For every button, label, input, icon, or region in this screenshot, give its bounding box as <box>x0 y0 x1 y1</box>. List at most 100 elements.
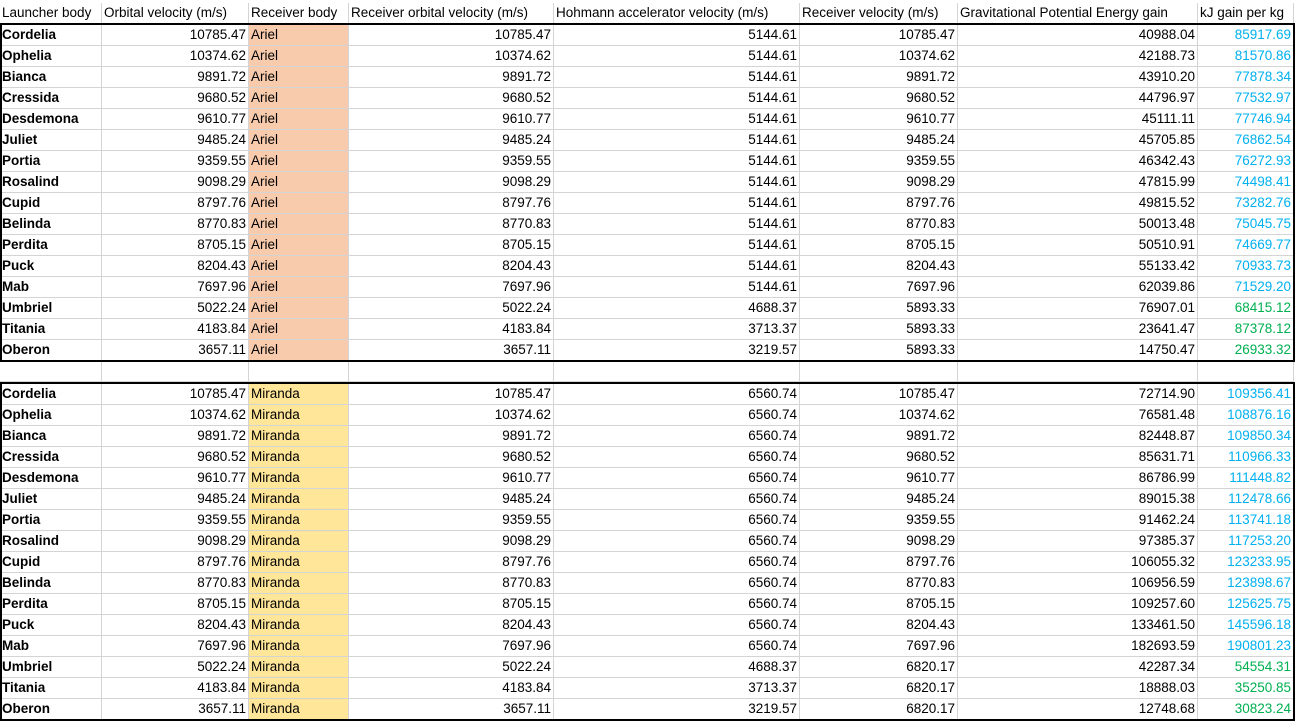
receiver-velocity-cell[interactable]: 8797.76 <box>800 552 958 573</box>
receiver-orbital-velocity-cell[interactable]: 9485.24 <box>349 130 554 151</box>
receiver-body-cell[interactable]: Ariel <box>249 172 349 193</box>
receiver-orbital-velocity-cell[interactable]: 8204.43 <box>349 256 554 277</box>
receiver-velocity-cell[interactable]: 7697.96 <box>800 636 958 657</box>
receiver-velocity-cell[interactable]: 9359.55 <box>800 151 958 172</box>
empty-cell[interactable] <box>554 361 800 382</box>
orbital-velocity-cell[interactable]: 5022.24 <box>102 657 249 678</box>
kj-gain-cell[interactable]: 113741.18 <box>1198 510 1294 531</box>
receiver-orbital-velocity-cell[interactable]: 9891.72 <box>349 426 554 447</box>
hohmann-velocity-cell[interactable]: 5144.61 <box>554 130 800 151</box>
kj-gain-cell[interactable]: 190801.23 <box>1198 636 1294 657</box>
hohmann-velocity-cell[interactable]: 5144.61 <box>554 214 800 235</box>
kj-gain-cell[interactable]: 117253.20 <box>1198 531 1294 552</box>
gpe-gain-cell[interactable]: 72714.90 <box>958 384 1198 405</box>
launcher-body-cell[interactable]: Rosalind <box>0 172 102 193</box>
kj-gain-cell[interactable]: 70933.73 <box>1198 256 1294 277</box>
receiver-velocity-cell[interactable]: 8204.43 <box>800 256 958 277</box>
receiver-orbital-velocity-cell[interactable]: 7697.96 <box>349 636 554 657</box>
receiver-orbital-velocity-cell[interactable]: 9891.72 <box>349 67 554 88</box>
receiver-orbital-velocity-cell[interactable]: 10785.47 <box>349 384 554 405</box>
receiver-body-cell[interactable]: Ariel <box>249 277 349 298</box>
kj-gain-cell[interactable]: 77532.97 <box>1198 88 1294 109</box>
empty-cell[interactable] <box>1198 361 1294 382</box>
receiver-orbital-velocity-cell[interactable]: 8770.83 <box>349 573 554 594</box>
kj-gain-cell[interactable]: 75045.75 <box>1198 214 1294 235</box>
header-kj-gain-per-kg[interactable]: kJ gain per kg <box>1198 3 1294 24</box>
receiver-orbital-velocity-cell[interactable]: 5022.24 <box>349 657 554 678</box>
hohmann-velocity-cell[interactable]: 6560.74 <box>554 531 800 552</box>
receiver-velocity-cell[interactable]: 9098.29 <box>800 172 958 193</box>
launcher-body-cell[interactable]: Umbriel <box>0 298 102 319</box>
gpe-gain-cell[interactable]: 85631.71 <box>958 447 1198 468</box>
receiver-body-cell[interactable]: Ariel <box>249 109 349 130</box>
gpe-gain-cell[interactable]: 18888.03 <box>958 678 1198 699</box>
orbital-velocity-cell[interactable]: 9359.55 <box>102 151 249 172</box>
receiver-velocity-cell[interactable]: 10374.62 <box>800 46 958 67</box>
orbital-velocity-cell[interactable]: 3657.11 <box>102 699 249 720</box>
header-gpe-gain[interactable]: Gravitational Potential Energy gain <box>958 3 1198 24</box>
launcher-body-cell[interactable]: Umbriel <box>0 657 102 678</box>
orbital-velocity-cell[interactable]: 9891.72 <box>102 67 249 88</box>
gpe-gain-cell[interactable]: 12748.68 <box>958 699 1198 720</box>
gpe-gain-cell[interactable]: 97385.37 <box>958 531 1198 552</box>
orbital-velocity-cell[interactable]: 10374.62 <box>102 405 249 426</box>
receiver-velocity-cell[interactable]: 9485.24 <box>800 130 958 151</box>
kj-gain-cell[interactable]: 125625.75 <box>1198 594 1294 615</box>
launcher-body-cell[interactable]: Bianca <box>0 426 102 447</box>
receiver-orbital-velocity-cell[interactable]: 8705.15 <box>349 594 554 615</box>
kj-gain-cell[interactable]: 109356.41 <box>1198 384 1294 405</box>
launcher-body-cell[interactable]: Juliet <box>0 130 102 151</box>
orbital-velocity-cell[interactable]: 9610.77 <box>102 109 249 130</box>
receiver-velocity-cell[interactable]: 9680.52 <box>800 88 958 109</box>
kj-gain-cell[interactable]: 81570.86 <box>1198 46 1294 67</box>
launcher-body-cell[interactable]: Cupid <box>0 193 102 214</box>
hohmann-velocity-cell[interactable]: 6560.74 <box>554 636 800 657</box>
receiver-velocity-cell[interactable]: 8770.83 <box>800 214 958 235</box>
receiver-velocity-cell[interactable]: 9610.77 <box>800 468 958 489</box>
hohmann-velocity-cell[interactable]: 5144.61 <box>554 109 800 130</box>
launcher-body-cell[interactable]: Oberon <box>0 699 102 720</box>
orbital-velocity-cell[interactable]: 10785.47 <box>102 384 249 405</box>
orbital-velocity-cell[interactable]: 9891.72 <box>102 426 249 447</box>
receiver-body-cell[interactable]: Ariel <box>249 67 349 88</box>
hohmann-velocity-cell[interactable]: 5144.61 <box>554 235 800 256</box>
receiver-body-cell[interactable]: Miranda <box>249 447 349 468</box>
receiver-velocity-cell[interactable]: 8770.83 <box>800 573 958 594</box>
header-receiver-body[interactable]: Receiver body <box>249 3 349 24</box>
receiver-body-cell[interactable]: Miranda <box>249 468 349 489</box>
receiver-orbital-velocity-cell[interactable]: 7697.96 <box>349 277 554 298</box>
receiver-orbital-velocity-cell[interactable]: 9680.52 <box>349 447 554 468</box>
hohmann-velocity-cell[interactable]: 3219.57 <box>554 699 800 720</box>
launcher-body-cell[interactable]: Puck <box>0 256 102 277</box>
hohmann-velocity-cell[interactable]: 5144.61 <box>554 277 800 298</box>
receiver-velocity-cell[interactable]: 6820.17 <box>800 699 958 720</box>
orbital-velocity-cell[interactable]: 8770.83 <box>102 573 249 594</box>
kj-gain-cell[interactable]: 74669.77 <box>1198 235 1294 256</box>
hohmann-velocity-cell[interactable]: 5144.61 <box>554 25 800 46</box>
gpe-gain-cell[interactable]: 86786.99 <box>958 468 1198 489</box>
gpe-gain-cell[interactable]: 76907.01 <box>958 298 1198 319</box>
kj-gain-cell[interactable]: 123233.95 <box>1198 552 1294 573</box>
receiver-body-cell[interactable]: Miranda <box>249 636 349 657</box>
orbital-velocity-cell[interactable]: 9680.52 <box>102 447 249 468</box>
orbital-velocity-cell[interactable]: 8705.15 <box>102 594 249 615</box>
receiver-velocity-cell[interactable]: 8797.76 <box>800 193 958 214</box>
hohmann-velocity-cell[interactable]: 3713.37 <box>554 319 800 340</box>
hohmann-velocity-cell[interactable]: 5144.61 <box>554 172 800 193</box>
receiver-orbital-velocity-cell[interactable]: 3657.11 <box>349 699 554 720</box>
kj-gain-cell[interactable]: 77878.34 <box>1198 67 1294 88</box>
receiver-velocity-cell[interactable]: 9891.72 <box>800 426 958 447</box>
gpe-gain-cell[interactable]: 43910.20 <box>958 67 1198 88</box>
orbital-velocity-cell[interactable]: 8770.83 <box>102 214 249 235</box>
receiver-orbital-velocity-cell[interactable]: 10785.47 <box>349 25 554 46</box>
orbital-velocity-cell[interactable]: 5022.24 <box>102 298 249 319</box>
launcher-body-cell[interactable]: Bianca <box>0 67 102 88</box>
launcher-body-cell[interactable]: Cressida <box>0 447 102 468</box>
kj-gain-cell[interactable]: 30823.24 <box>1198 699 1294 720</box>
empty-cell[interactable] <box>249 361 349 382</box>
orbital-velocity-cell[interactable]: 9680.52 <box>102 88 249 109</box>
launcher-body-cell[interactable]: Cordelia <box>0 384 102 405</box>
receiver-velocity-cell[interactable]: 7697.96 <box>800 277 958 298</box>
hohmann-velocity-cell[interactable]: 6560.74 <box>554 615 800 636</box>
launcher-body-cell[interactable]: Perdita <box>0 594 102 615</box>
